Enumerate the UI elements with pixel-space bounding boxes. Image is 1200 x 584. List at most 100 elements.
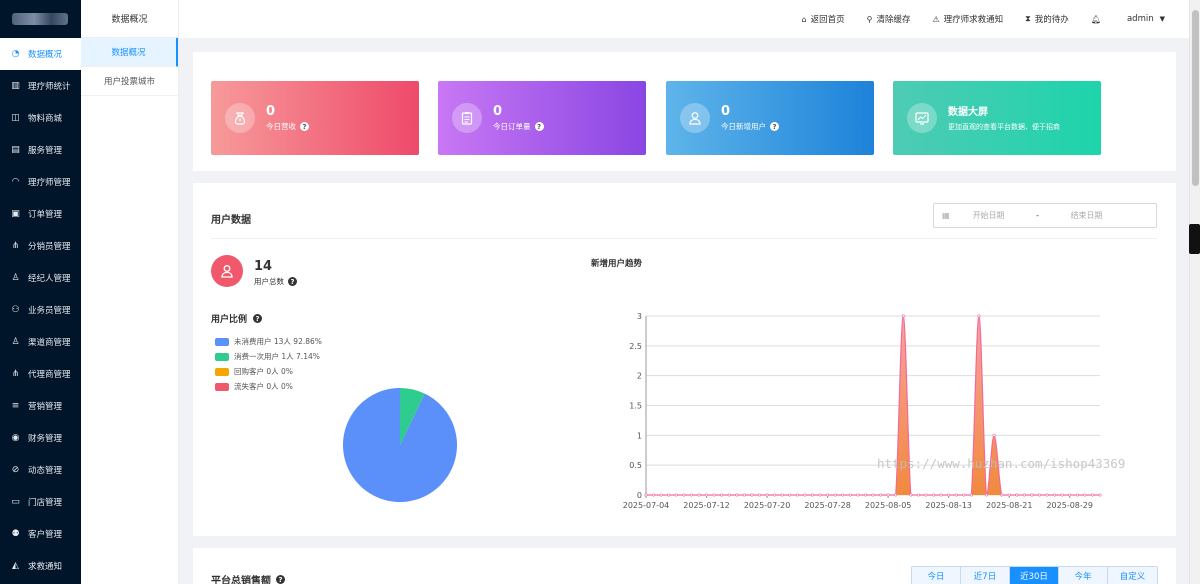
trend-point[interactable]: [1098, 493, 1102, 497]
trend-point[interactable]: [886, 493, 890, 497]
trend-point[interactable]: [856, 493, 860, 497]
orders-card[interactable]: 0 今日订单量?: [438, 81, 646, 155]
trend-point[interactable]: [1037, 493, 1041, 497]
trend-point[interactable]: [659, 493, 663, 497]
subnav-item-overview[interactable]: 数据概况: [81, 38, 178, 67]
sidebar-item[interactable]: ♙ 渠道商管理: [0, 326, 81, 358]
sidebar-item[interactable]: ▭ 门店管理: [0, 486, 81, 518]
trend-point[interactable]: [1015, 493, 1019, 497]
trend-point[interactable]: [909, 493, 913, 497]
trend-point[interactable]: [1045, 493, 1049, 497]
trend-point[interactable]: [1053, 493, 1057, 497]
trend-point[interactable]: [916, 493, 920, 497]
help-icon[interactable]: ?: [534, 122, 544, 131]
trend-point[interactable]: [977, 314, 981, 318]
trend-point[interactable]: [1060, 493, 1064, 497]
start-date-input[interactable]: 开始日期: [950, 210, 1028, 221]
sidebar-item[interactable]: ⋔ 分销员管理: [0, 230, 81, 262]
trend-point[interactable]: [932, 493, 936, 497]
trend-point[interactable]: [720, 493, 724, 497]
tab-30-days[interactable]: 近30日: [1010, 567, 1059, 584]
trend-point[interactable]: [969, 493, 973, 497]
trend-point[interactable]: [954, 493, 958, 497]
scrollbar-thumb[interactable]: [1192, 10, 1199, 186]
trend-point[interactable]: [682, 493, 686, 497]
trend-point[interactable]: [742, 493, 746, 497]
legend-item[interactable]: 流失客户 0人 0%: [215, 381, 293, 392]
trend-point[interactable]: [848, 493, 852, 497]
sidebar-item[interactable]: ▣ 订单管理: [0, 198, 81, 230]
sidebar-item[interactable]: ⋔ 代理商管理: [0, 358, 81, 390]
trend-point[interactable]: [705, 493, 709, 497]
trend-point[interactable]: [1068, 493, 1072, 497]
trend-point[interactable]: [795, 493, 799, 497]
legend-item[interactable]: 未消费用户 13人 92.86%: [215, 336, 322, 347]
end-date-input[interactable]: 结束日期: [1048, 210, 1126, 221]
home-link[interactable]: ⌂ 返回首页: [802, 13, 845, 26]
sidebar-item[interactable]: ⚇ 业务员管理: [0, 294, 81, 326]
sidebar-item[interactable]: ▤ 服务管理: [0, 134, 81, 166]
trend-point[interactable]: [826, 493, 830, 497]
sidebar-item[interactable]: ≡ 营销管理: [0, 390, 81, 422]
trend-point[interactable]: [1075, 493, 1079, 497]
data-screen-card[interactable]: 数据大屏 更加直观的查看平台数据、便于招商: [893, 81, 1101, 155]
trend-point[interactable]: [765, 493, 769, 497]
trend-point[interactable]: [863, 493, 867, 497]
help-icon[interactable]: ?: [288, 277, 297, 286]
sidebar-item[interactable]: ◉ 财务管理: [0, 422, 81, 454]
todo-link[interactable]: ⧗ 我的待办: [1025, 13, 1069, 25]
trend-point[interactable]: [818, 493, 822, 497]
help-icon[interactable]: ?: [276, 575, 285, 584]
sidebar-item[interactable]: ◭ 求救通知: [0, 550, 81, 582]
trend-point[interactable]: [780, 493, 784, 497]
trend-point[interactable]: [1090, 493, 1094, 497]
trend-point[interactable]: [750, 493, 754, 497]
trend-point[interactable]: [735, 493, 739, 497]
notification-bell[interactable]: 🔔︎: [1091, 15, 1105, 24]
sidebar-item[interactable]: ⊘ 动态管理: [0, 454, 81, 486]
trend-point[interactable]: [1007, 493, 1011, 497]
trend-point[interactable]: [947, 493, 951, 497]
trend-point[interactable]: [712, 493, 716, 497]
new-users-card[interactable]: 0 今日新增用户?: [666, 81, 874, 155]
trend-point[interactable]: [984, 493, 988, 497]
sidebar-item[interactable]: ◔ 数据概况: [0, 38, 81, 70]
user-menu[interactable]: admin ▼: [1127, 14, 1165, 24]
sidebar-item[interactable]: ⚉ 客户管理: [0, 518, 81, 550]
trend-point[interactable]: [697, 493, 701, 497]
trend-point[interactable]: [871, 493, 875, 497]
sidebar-item[interactable]: ◫ 物料商城: [0, 102, 81, 134]
trend-point[interactable]: [727, 493, 731, 497]
subnav-item-vote-city[interactable]: 用户投票城市: [81, 67, 178, 96]
trend-point[interactable]: [810, 493, 814, 497]
trend-point[interactable]: [773, 493, 777, 497]
sidebar-item[interactable]: ♙ 经纪人管理: [0, 262, 81, 294]
trend-point[interactable]: [879, 493, 883, 497]
trend-point[interactable]: [992, 433, 996, 437]
help-icon[interactable]: ?: [300, 122, 309, 131]
tab-custom[interactable]: 自定义: [1108, 567, 1157, 584]
trend-point[interactable]: [689, 493, 693, 497]
sidebar-item[interactable]: ▥ 理疗师统计: [0, 70, 81, 102]
revenue-card[interactable]: ¥ 0 今日营收?: [211, 81, 419, 155]
trend-point[interactable]: [962, 493, 966, 497]
trend-point[interactable]: [901, 314, 905, 318]
sos-notice-link[interactable]: ⚠ 理疗师求救通知: [932, 13, 1003, 26]
trend-point[interactable]: [652, 493, 656, 497]
tab-today[interactable]: 今日: [912, 567, 961, 584]
trend-point[interactable]: [667, 493, 671, 497]
tab-this-year[interactable]: 今年: [1059, 567, 1108, 584]
trend-point[interactable]: [1083, 493, 1087, 497]
trend-point[interactable]: [833, 493, 837, 497]
trend-point[interactable]: [841, 493, 845, 497]
help-icon[interactable]: ?: [253, 314, 263, 323]
help-icon[interactable]: ?: [770, 122, 779, 131]
trend-point[interactable]: [788, 493, 792, 497]
trend-point[interactable]: [924, 493, 928, 497]
page-scrollbar[interactable]: [1189, 0, 1200, 584]
trend-point[interactable]: [758, 493, 762, 497]
trend-point[interactable]: [644, 493, 648, 497]
trend-point[interactable]: [1000, 493, 1004, 497]
trend-point[interactable]: [674, 493, 678, 497]
tab-7-days[interactable]: 近7日: [961, 567, 1010, 584]
